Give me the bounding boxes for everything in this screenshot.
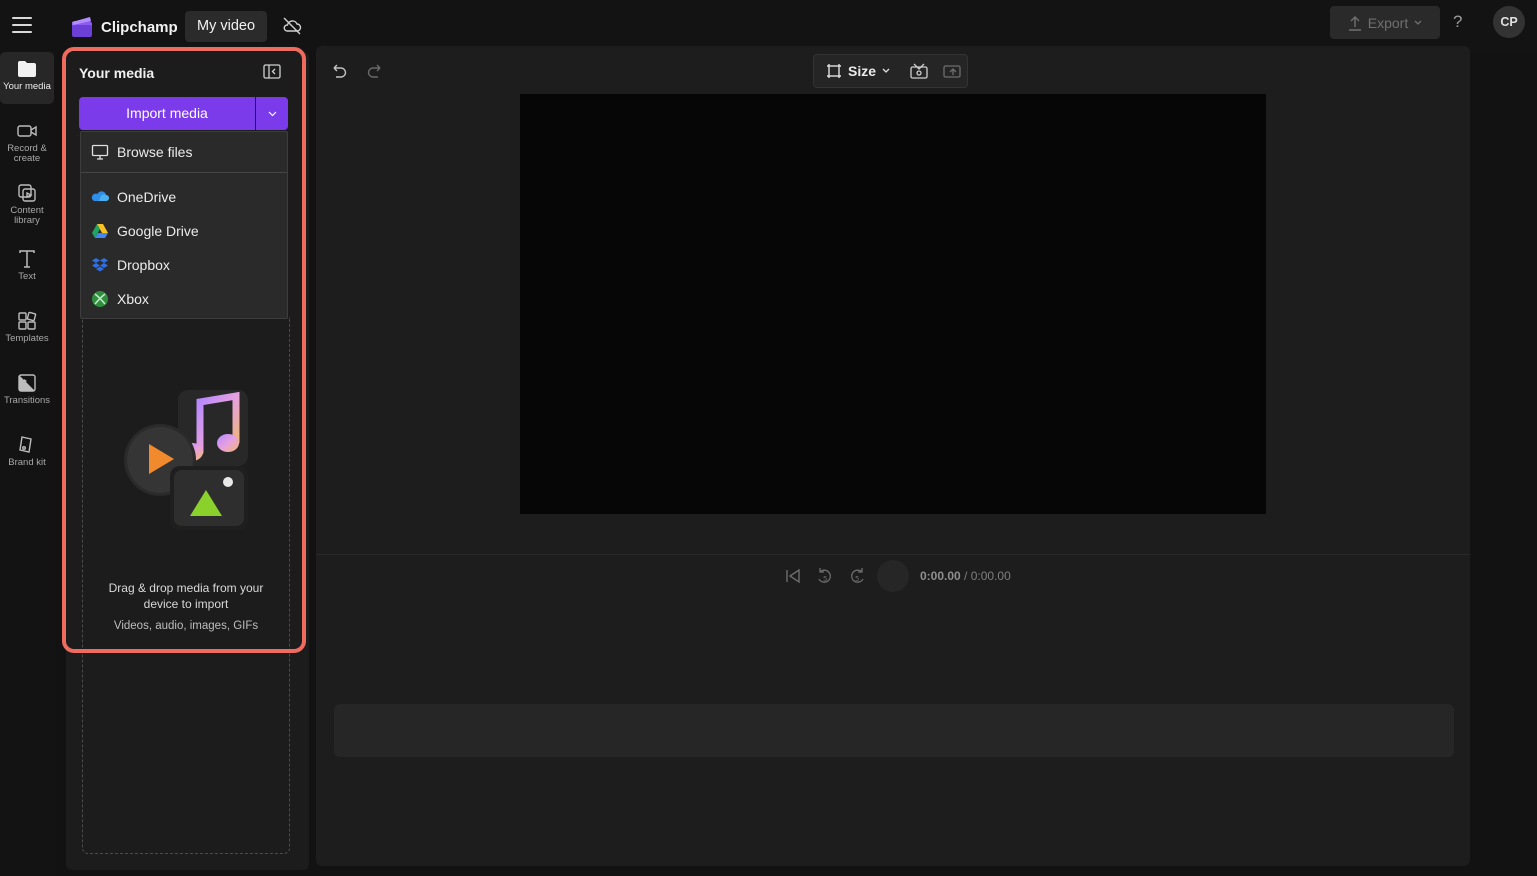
panel-title: Your media (79, 65, 155, 81)
menu-item-label: Xbox (117, 291, 149, 307)
nav-label-templates: Templates (5, 333, 49, 344)
export-label: Export (1367, 14, 1409, 31)
editor-area: Size 5 5 0:00.00 / 0:00.00 (316, 46, 1470, 866)
size-label: Size (848, 63, 877, 79)
menu-item-onedrive[interactable]: OneDrive (81, 181, 287, 213)
templates-icon (18, 311, 37, 330)
avatar[interactable]: CP (1493, 6, 1525, 38)
menu-item-google-drive[interactable]: Google Drive (81, 215, 287, 247)
dropbox-icon (92, 258, 108, 272)
menu-icon[interactable] (12, 17, 32, 33)
nav-item-transitions[interactable]: Transitions (0, 366, 54, 418)
google-drive-icon (92, 224, 108, 238)
menu-item-dropbox[interactable]: Dropbox (81, 249, 287, 281)
skip-back-icon[interactable] (784, 567, 802, 585)
playback-divider (316, 554, 1470, 555)
cloud-off-icon[interactable] (282, 17, 302, 35)
help-icon[interactable]: ? (1453, 12, 1462, 32)
nav-label-record-create: Record & create (7, 143, 47, 164)
import-media-button[interactable]: Import media (79, 97, 255, 130)
chevron-down-icon (882, 68, 890, 73)
nav-item-record-create[interactable]: Record & create (0, 114, 54, 166)
brand-kit-icon (19, 436, 32, 453)
background-icon[interactable] (910, 63, 928, 79)
top-bar: Clipchamp My video Export ? CP (0, 0, 1537, 52)
nav-item-content-library[interactable]: Content library (0, 176, 54, 228)
folder-icon (18, 61, 36, 77)
monitor-icon (91, 144, 109, 160)
video-preview[interactable] (520, 94, 1266, 514)
transitions-icon (18, 374, 36, 392)
menu-item-label: Dropbox (117, 257, 170, 273)
nav-item-templates[interactable]: Templates (0, 304, 54, 356)
text-icon (19, 250, 35, 268)
menu-item-browse-files[interactable]: Browse files (81, 136, 287, 168)
menu-item-xbox[interactable]: Xbox (81, 283, 287, 315)
import-menu: Browse files OneDrive Google Drive Dropb… (80, 131, 288, 319)
total-time: 0:00.00 (970, 569, 1011, 583)
drop-zone-file-types: Videos, audio, images, GIFs (113, 620, 259, 632)
upload-icon (1348, 15, 1361, 31)
svg-text:5: 5 (855, 575, 859, 583)
import-options-button[interactable] (256, 97, 288, 130)
project-name-field[interactable]: My video (185, 11, 268, 42)
forward-5-seconds-icon[interactable]: 5 (848, 566, 866, 586)
onedrive-icon (91, 191, 109, 201)
left-navigation: Your media Record & create Content libra… (0, 52, 56, 876)
chevron-down-icon (1414, 20, 1422, 25)
menu-item-label: Google Drive (117, 223, 199, 239)
media-panel: Your media Import media Browse files One… (66, 52, 309, 870)
rewind-5-seconds-icon[interactable]: 5 (816, 566, 834, 586)
clipchamp-logo-icon (72, 17, 92, 37)
resize-icon (827, 64, 841, 78)
video-camera-icon (17, 125, 37, 137)
menu-item-label: OneDrive (117, 189, 177, 205)
export-button[interactable]: Export (1330, 6, 1440, 39)
nav-label-brand-kit: Brand kit (8, 457, 46, 468)
time-separator: / (960, 569, 971, 583)
screen-share-icon[interactable] (943, 63, 961, 79)
timeline-track[interactable] (334, 704, 1454, 757)
collapse-panel-icon[interactable] (263, 64, 281, 79)
menu-divider (81, 172, 287, 173)
app-name: Clipchamp (101, 19, 178, 36)
nav-label-your-media: Your media (3, 81, 51, 92)
nav-item-brand-kit[interactable]: Brand kit (0, 428, 54, 480)
xbox-icon (92, 291, 108, 307)
nav-label-transitions: Transitions (3, 395, 51, 406)
menu-item-label: Browse files (117, 144, 193, 160)
undo-icon[interactable] (330, 62, 348, 80)
svg-text:5: 5 (823, 575, 827, 583)
library-icon (18, 184, 36, 202)
nav-item-your-media[interactable]: Your media (0, 52, 54, 104)
nav-label-text: Text (18, 271, 36, 282)
nav-item-text[interactable]: Text (0, 242, 54, 294)
drop-zone-title: Drag & drop media from your device to im… (108, 581, 264, 611)
redo-icon[interactable] (366, 62, 384, 80)
play-button[interactable] (877, 560, 909, 592)
nav-label-content-library: Content library (10, 205, 44, 226)
canvas-toolbar: Size (813, 54, 968, 88)
media-illustration (124, 390, 248, 530)
time-display: 0:00.00 / 0:00.00 (920, 569, 1011, 583)
chevron-down-icon (268, 111, 276, 116)
current-time: 0:00.00 (920, 569, 961, 583)
size-button[interactable]: Size (826, 55, 890, 87)
